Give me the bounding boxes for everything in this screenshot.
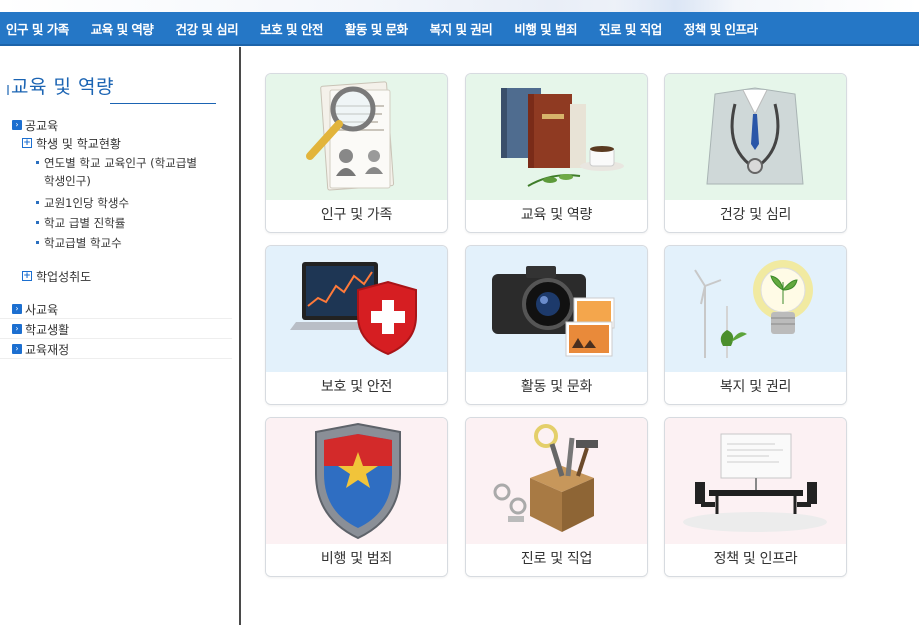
menu-item-edu-finance[interactable]: › 교육재정 xyxy=(0,340,232,359)
card-label: 보호 및 안전 xyxy=(266,372,447,404)
card-population[interactable]: 인구 및 가족 xyxy=(265,73,448,233)
nav-item-health[interactable]: 건강 및 심리 xyxy=(175,19,238,38)
menu-label: 학교급별 학교수 xyxy=(44,235,122,250)
nav-item-population[interactable]: 인구 및 가족 xyxy=(6,19,69,38)
card-label: 인구 및 가족 xyxy=(266,200,447,232)
title-marker xyxy=(7,85,9,95)
card-education[interactable]: 교육 및 역량 xyxy=(465,73,648,233)
card-career[interactable]: 진로 및 직업 xyxy=(465,417,648,577)
card-health[interactable]: 건강 및 심리 xyxy=(664,73,847,233)
magnifier-document-icon xyxy=(266,74,447,200)
nav-item-education[interactable]: 교육 및 역량 xyxy=(91,19,154,38)
card-label: 복지 및 권리 xyxy=(665,372,846,404)
menu-item-private-edu[interactable]: › 사교육 xyxy=(0,300,232,319)
chevron-right-icon: › xyxy=(12,324,22,334)
nav-item-career[interactable]: 진로 및 직업 xyxy=(599,19,662,38)
card-label: 비행 및 범죄 xyxy=(266,544,447,576)
nav-item-policy[interactable]: 정책 및 인프라 xyxy=(684,19,758,38)
menu-label: 교육재정 xyxy=(25,342,70,357)
bullet-icon xyxy=(36,241,39,244)
card-delinquency[interactable]: 비행 및 범죄 xyxy=(265,417,448,577)
menu-label: 사교육 xyxy=(25,302,59,317)
menu-subitem-label-cont: 학생인구) xyxy=(44,174,91,188)
menu-item-public-edu[interactable]: › 공교육 xyxy=(0,117,232,133)
menu-subitem-advancement-rate[interactable]: 학교 급별 진학률 xyxy=(0,215,232,230)
chevron-right-icon: › xyxy=(12,304,22,314)
books-coffee-icon xyxy=(466,74,647,200)
sidebar: 교육 및 역량 › 공교육 + 학생 및 학교현황 연도별 학교 교육인구 (학… xyxy=(0,47,241,625)
menu-label: 연도별 학교 교육인구 (학교급별 xyxy=(44,155,197,170)
menu-item-school-life[interactable]: › 학교생활 xyxy=(0,320,232,339)
nav-item-delinquency[interactable]: 비행 및 범죄 xyxy=(514,19,577,38)
card-label: 정책 및 인프라 xyxy=(665,544,846,576)
card-label: 진로 및 직업 xyxy=(466,544,647,576)
bullet-icon xyxy=(36,221,39,224)
card-welfare[interactable]: 복지 및 권리 xyxy=(664,245,847,405)
bullet-icon xyxy=(36,201,39,204)
nav-item-safety[interactable]: 보호 및 안전 xyxy=(260,19,323,38)
bullet-icon xyxy=(36,161,39,164)
banner-decoration xyxy=(615,0,735,12)
police-shield-icon xyxy=(266,418,447,544)
card-label: 건강 및 심리 xyxy=(665,200,846,232)
sidebar-title: 교육 및 역량 xyxy=(11,76,114,98)
menu-label: 학교생활 xyxy=(25,322,70,337)
card-safety[interactable]: 보호 및 안전 xyxy=(265,245,448,405)
doctor-stethoscope-icon xyxy=(665,74,846,200)
toolbox-icon xyxy=(466,418,647,544)
menu-label: 공교육 xyxy=(25,118,59,133)
expand-plus-icon: + xyxy=(22,138,32,148)
chevron-right-icon: › xyxy=(12,344,22,354)
menu-subitem-education-population[interactable]: 연도별 학교 교육인구 (학교급별 xyxy=(0,155,232,170)
menu-label: 학업성취도 xyxy=(36,269,92,284)
menu-subitem-schools-count[interactable]: 학교급별 학교수 xyxy=(0,235,232,250)
camera-photos-icon xyxy=(466,246,647,372)
meeting-board-icon xyxy=(665,418,846,544)
menu-label: 교원1인당 학생수 xyxy=(44,195,130,210)
menu-label: 학교 급별 진학률 xyxy=(44,215,126,230)
lightbulb-sprout-icon xyxy=(665,246,846,372)
nav-item-welfare[interactable]: 복지 및 권리 xyxy=(430,19,493,38)
menu-item-students-status[interactable]: + 학생 및 학교현황 xyxy=(0,135,232,151)
menu-item-achievement[interactable]: + 학업성취도 xyxy=(0,268,232,284)
expand-plus-icon: + xyxy=(22,271,32,281)
card-label: 교육 및 역량 xyxy=(466,200,647,232)
nav-item-activity[interactable]: 활동 및 문화 xyxy=(345,19,408,38)
chevron-right-icon: › xyxy=(12,120,22,130)
title-underline xyxy=(110,103,216,104)
menu-subitem-students-per-teacher[interactable]: 교원1인당 학생수 xyxy=(0,195,232,210)
top-banner-strip xyxy=(0,0,919,12)
laptop-shield-icon xyxy=(266,246,447,372)
card-policy[interactable]: 정책 및 인프라 xyxy=(664,417,847,577)
menu-label: 학생 및 학교현황 xyxy=(36,136,121,151)
card-label: 활동 및 문화 xyxy=(466,372,647,404)
top-navigation: 인구 및 가족 교육 및 역량 건강 및 심리 보호 및 안전 활동 및 문화 … xyxy=(0,12,919,46)
card-activity[interactable]: 활동 및 문화 xyxy=(465,245,648,405)
